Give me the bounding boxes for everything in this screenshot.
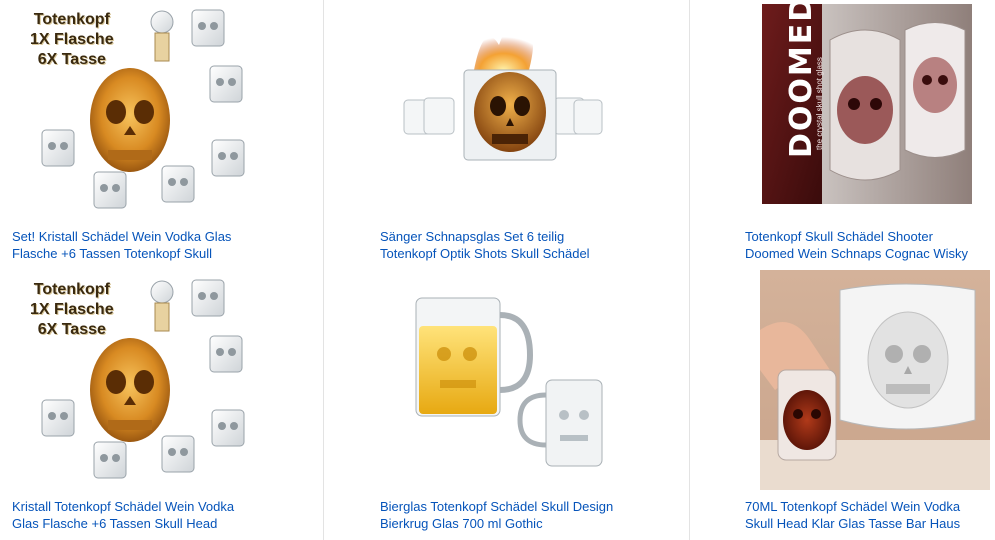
product-card[interactable]: Bierglas Totenkopf Schädel Skull Design … [324,270,644,540]
product-image[interactable] [324,270,644,490]
product-card[interactable]: Sänger Schnapsglas Set 6 teilig Totenkop… [324,0,644,270]
product-title-link[interactable]: Kristall Totenkopf Schädel Wein Vodka Gl… [12,498,312,532]
product-title-link[interactable]: Sänger Schnapsglas Set 6 teilig Totenkop… [380,228,644,262]
product-title-link[interactable]: 70ML Totenkopf Schädel Wein Vodka Skull … [745,498,995,532]
image-overlay-text: Totenkopf 1X Flasche 6X Tasse [30,11,114,68]
product-title-link[interactable]: Set! Kristall Schädel Wein Vodka Glas Fl… [12,228,312,262]
product-grid: Totenkopf 1X Flasche 6X Tasse Set! Krist… [0,0,995,540]
product-title-link[interactable]: Totenkopf Skull Schädel Shooter Doomed W… [745,228,995,262]
box-logo: DOOMED [784,0,819,158]
product-card[interactable]: DOOMED the crystal skull shot glass Tote… [690,0,995,270]
product-title-link[interactable]: Bierglas Totenkopf Schädel Skull Design … [380,498,644,532]
image-overlay-text: Totenkopf 1X Flasche 6X Tasse [30,281,114,338]
product-card[interactable]: Totenkopf 1X Flasche 6X Tasse Set! Krist… [0,0,320,270]
box-subtitle: the crystal skull shot glass [815,57,824,150]
product-image[interactable]: DOOMED the crystal skull shot glass [690,0,995,220]
product-image[interactable]: Totenkopf 1X Flasche 6X Tasse [0,0,320,220]
product-card[interactable]: 70ML Totenkopf Schädel Wein Vodka Skull … [690,270,995,540]
product-card[interactable]: Totenkopf 1X Flasche 6X Tasse Kristall T… [0,270,320,540]
product-image[interactable]: Totenkopf 1X Flasche 6X Tasse [0,270,320,490]
product-image[interactable] [690,270,995,490]
product-image[interactable] [324,0,644,220]
